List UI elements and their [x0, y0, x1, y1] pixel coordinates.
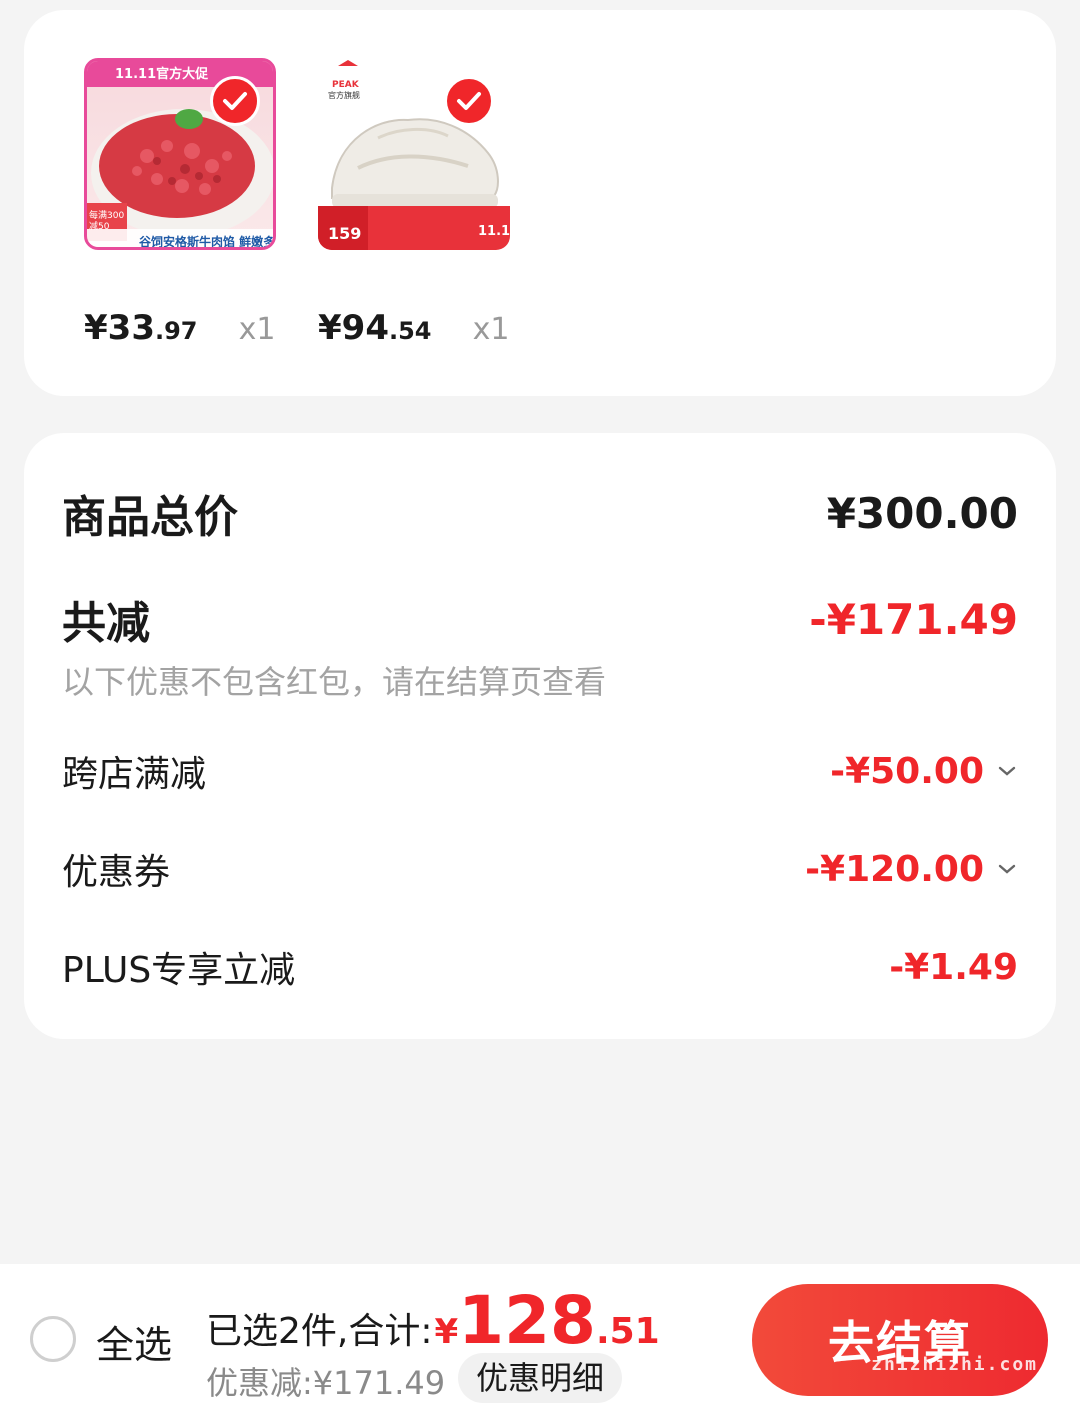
- selected-count-text: 已选2件,合计:: [206, 1311, 433, 1352]
- product-price-row: ¥33.97 x1: [84, 308, 275, 348]
- total-currency: ¥: [434, 1312, 459, 1352]
- product-price-row: ¥94.54 x1: [318, 308, 509, 348]
- chevron-down-icon[interactable]: [996, 858, 1018, 880]
- total-amount-int: 128: [458, 1282, 596, 1359]
- total-price-value: ¥300.00: [826, 488, 1018, 538]
- thumb-promo: 每满300减50: [89, 211, 125, 232]
- discount-value: -¥1.49: [889, 946, 1018, 988]
- thumb-price: 159: [328, 224, 362, 243]
- total-line: 已选2件,合计: ¥ 128 .51: [206, 1282, 660, 1359]
- product-price: ¥33.97: [84, 308, 198, 348]
- total-price-label: 商品总价: [62, 492, 238, 543]
- discount-detail-button[interactable]: 优惠明细: [458, 1353, 623, 1403]
- select-all-label[interactable]: 全选: [96, 1314, 172, 1369]
- total-reduce-row: 共减 -¥171.49: [62, 587, 1018, 651]
- discount-value: -¥120.00: [805, 849, 1018, 890]
- total-reduce-label: 共减: [62, 598, 150, 649]
- select-all-radio[interactable]: [30, 1316, 76, 1362]
- product-checked-icon[interactable]: [210, 76, 260, 126]
- thumb-tag: 11.11: [478, 224, 510, 239]
- product-checked-icon[interactable]: [444, 76, 494, 126]
- total-price-row: 商品总价 ¥300.00: [62, 481, 1018, 545]
- brand-logo: PEAK: [332, 80, 359, 90]
- product-qty: x1: [472, 312, 510, 347]
- total-amount-dec: .51: [595, 1311, 660, 1352]
- discount-note: 以下优惠不包含红包，请在结算页查看: [62, 663, 607, 701]
- thumb-caption: 谷饲安格斯牛肉馅 鲜嫩多汁: [139, 235, 276, 249]
- checkmark-icon: [223, 92, 247, 110]
- watermark: zhizhizhi.com: [871, 1354, 1038, 1375]
- discount-value: -¥50.00: [830, 751, 1018, 792]
- checkout-button[interactable]: 去结算 zhizhizhi.com: [752, 1284, 1048, 1396]
- thumb-badge: 11.11官方大促: [115, 67, 209, 82]
- discount-label: 优惠券: [62, 852, 171, 893]
- product-price: ¥94.54: [318, 308, 432, 348]
- discount-row-plus: PLUS专享立减 -¥1.49: [62, 941, 1018, 993]
- discount-label: 跨店满减: [62, 754, 207, 795]
- discount-row-cross-store[interactable]: 跨店满减 -¥50.00: [62, 745, 1018, 797]
- checkout-bar: 全选 已选2件,合计: ¥ 128 .51 优惠减:¥171.49 优惠明细 去…: [0, 1264, 1080, 1414]
- discount-label: PLUS专享立减: [62, 950, 296, 991]
- checkmark-icon: [457, 92, 481, 110]
- chevron-down-icon[interactable]: [996, 760, 1018, 782]
- price-summary-card: 商品总价 ¥300.00 共减 -¥171.49 以下优惠不包含红包，请在结算页…: [24, 433, 1056, 1039]
- discount-amount-text: 优惠减:¥171.49: [206, 1364, 446, 1402]
- product-qty: x1: [238, 312, 276, 347]
- brand-sub: 官方旗舰: [328, 91, 360, 100]
- discount-row-coupon[interactable]: 优惠券 -¥120.00: [62, 843, 1018, 895]
- total-reduce-value: -¥171.49: [809, 594, 1018, 644]
- selected-products-card: 11.11官方大促 每满300减50 谷饲安格斯牛肉馅 鲜嫩多汁 ¥33.97 …: [24, 10, 1056, 396]
